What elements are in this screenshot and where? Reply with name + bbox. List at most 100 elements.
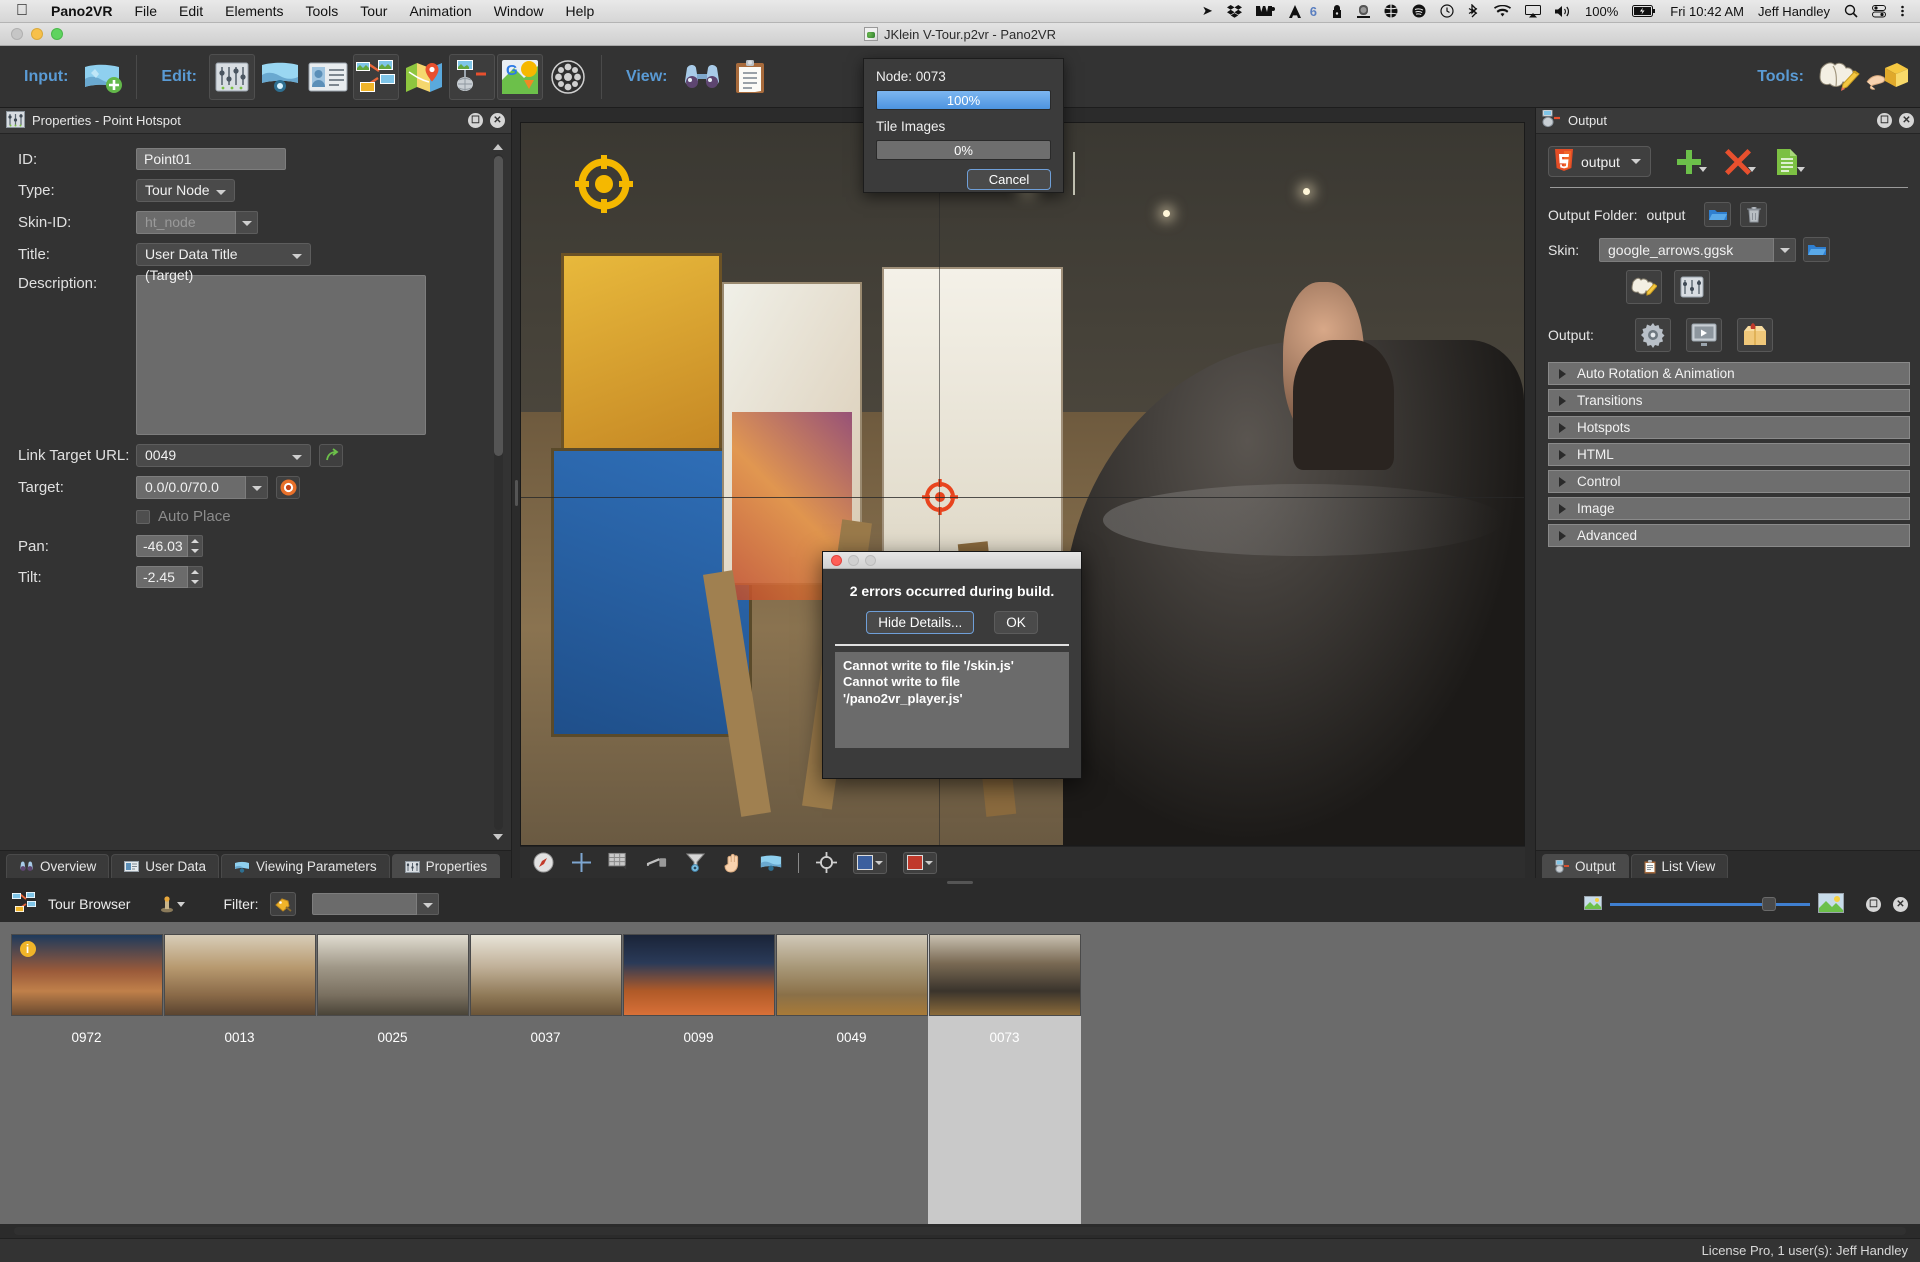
film-icon[interactable]	[545, 54, 591, 100]
scroll-down-icon[interactable]	[493, 834, 503, 840]
search-icon[interactable]	[1837, 4, 1865, 18]
compass-icon[interactable]	[532, 852, 554, 874]
output-document-icon[interactable]	[1772, 147, 1805, 177]
hotspot-marker-selected[interactable]	[573, 153, 635, 215]
filmstrip-scrollbar[interactable]	[0, 1224, 1920, 1238]
chevron-down-icon[interactable]	[875, 860, 883, 865]
section-image[interactable]: Image	[1548, 497, 1910, 520]
close-icon[interactable]: ✕	[1893, 896, 1908, 912]
section-html[interactable]: HTML	[1548, 443, 1910, 466]
thumbnail-image[interactable]	[316, 934, 469, 1016]
tab-user-data[interactable]: User Data	[111, 854, 220, 878]
minimize-dialog-button[interactable]	[848, 554, 859, 566]
foreground-color-button[interactable]	[903, 851, 937, 874]
level-icon[interactable]	[646, 852, 668, 874]
apple-logo-icon[interactable]: 	[8, 3, 40, 19]
binoculars-icon[interactable]	[679, 54, 725, 100]
background-color-button[interactable]	[853, 851, 887, 874]
target-icon[interactable]	[815, 852, 837, 874]
chevron-down-icon[interactable]	[1630, 159, 1641, 164]
thumbnail-item-0972[interactable]: i 0972	[10, 934, 163, 1224]
section-transitions[interactable]: Transitions	[1548, 389, 1910, 412]
settings-sliders-icon[interactable]	[208, 53, 255, 100]
basketball-icon[interactable]	[1377, 4, 1405, 18]
hide-details-button[interactable]: Hide Details...	[866, 611, 975, 634]
thumbnail-image[interactable]: i	[10, 934, 163, 1016]
tilt-stepper[interactable]: -2.45	[136, 566, 203, 588]
scrollbar-thumb[interactable]	[494, 156, 503, 456]
type-select[interactable]: Tour Node	[136, 179, 235, 202]
pan-stepper[interactable]: -46.03	[136, 535, 203, 557]
preview-icon[interactable]	[1686, 318, 1722, 352]
thumbnail-item-0073[interactable]: 0073	[928, 934, 1081, 1224]
section-hotspots[interactable]: Hotspots	[1548, 416, 1910, 439]
package-icon[interactable]	[1864, 54, 1910, 100]
undock-icon[interactable]: ☐	[1877, 113, 1892, 128]
chevron-down-icon[interactable]	[1747, 166, 1756, 172]
user-data-icon[interactable]	[305, 54, 351, 100]
hand-icon[interactable]	[722, 852, 744, 874]
scroll-up-icon[interactable]	[493, 144, 503, 150]
menu-item-animation[interactable]: Animation	[398, 3, 482, 19]
skin-id-value[interactable]: ht_node	[136, 211, 236, 234]
dropbox-icon[interactable]	[1220, 4, 1249, 18]
id-input[interactable]: Point01	[136, 148, 286, 170]
panorama-icon[interactable]	[760, 852, 782, 874]
time-machine-icon[interactable]	[1433, 4, 1461, 18]
auto-place-checkbox[interactable]	[136, 509, 150, 524]
close-icon[interactable]: ✕	[1899, 113, 1914, 128]
map-icon[interactable]	[401, 54, 447, 100]
chevron-down-icon[interactable]	[925, 860, 933, 865]
menu-item-window[interactable]: Window	[483, 3, 555, 19]
skin-editor-icon[interactable]	[1816, 54, 1862, 100]
section-control[interactable]: Control	[1548, 470, 1910, 493]
menu-app-name[interactable]: Pano2VR	[40, 3, 123, 19]
thumbnail-image[interactable]	[928, 934, 1081, 1016]
ok-button[interactable]: OK	[994, 611, 1038, 634]
chevron-down-icon[interactable]	[1774, 237, 1796, 262]
menu-item-elements[interactable]: Elements	[214, 3, 294, 19]
slider-track[interactable]	[1610, 897, 1810, 911]
thumbnail-image[interactable]	[469, 934, 622, 1016]
tab-output[interactable]: Output	[1542, 854, 1629, 878]
close-window-button[interactable]	[11, 28, 23, 40]
filter-icon[interactable]	[684, 852, 706, 874]
undock-icon[interactable]: ☐	[468, 113, 483, 128]
background-color-swatch[interactable]	[857, 855, 873, 870]
menubar-clock[interactable]: Fri 10:42 AM	[1663, 4, 1751, 19]
node-pin-button[interactable]	[160, 895, 186, 913]
foreground-color-swatch[interactable]	[907, 855, 923, 870]
pan-value[interactable]: -46.03	[136, 535, 188, 557]
tilt-spin-buttons[interactable]	[188, 566, 203, 588]
zoom-dialog-button[interactable]	[865, 554, 876, 566]
scrollbar-track[interactable]	[14, 1227, 1906, 1235]
title-select[interactable]: User Data Title (Target)	[136, 243, 311, 283]
chevron-down-icon[interactable]	[1698, 166, 1707, 172]
thumbnail-item-0013[interactable]: 0013	[163, 934, 316, 1224]
crosshair-icon[interactable]	[570, 852, 592, 874]
chevron-down-icon[interactable]	[236, 211, 258, 234]
output-icon[interactable]	[448, 53, 495, 100]
menubar-user[interactable]: Jeff Handley	[1751, 4, 1837, 19]
gear-icon[interactable]	[1635, 318, 1671, 352]
we-icon[interactable]	[1249, 5, 1282, 17]
chevron-down-icon[interactable]	[1796, 166, 1805, 172]
tag-icon[interactable]	[270, 892, 297, 916]
location-arrow-icon[interactable]: ➤	[1195, 3, 1220, 19]
thumbnail-image[interactable]	[622, 934, 775, 1016]
filter-select[interactable]	[312, 893, 440, 915]
menu-item-edit[interactable]: Edit	[168, 3, 214, 19]
goto-link-icon[interactable]	[319, 444, 343, 467]
menu-item-file[interactable]: File	[123, 3, 168, 19]
minimize-window-button[interactable]	[31, 28, 43, 40]
thumbnail-item-0049[interactable]: 0049	[775, 934, 928, 1224]
chevron-down-icon[interactable]	[246, 476, 268, 499]
skin-browse-folder-icon[interactable]	[1803, 237, 1830, 262]
wifi-icon[interactable]	[1487, 4, 1518, 18]
window-controls[interactable]	[0, 28, 63, 40]
thumbnail-item-0025[interactable]: 0025	[316, 934, 469, 1224]
horizontal-splitter[interactable]	[0, 878, 1920, 886]
left-splitter[interactable]	[512, 108, 520, 878]
tour-browser-icon[interactable]	[352, 53, 399, 100]
folder-icon[interactable]	[1704, 202, 1732, 227]
